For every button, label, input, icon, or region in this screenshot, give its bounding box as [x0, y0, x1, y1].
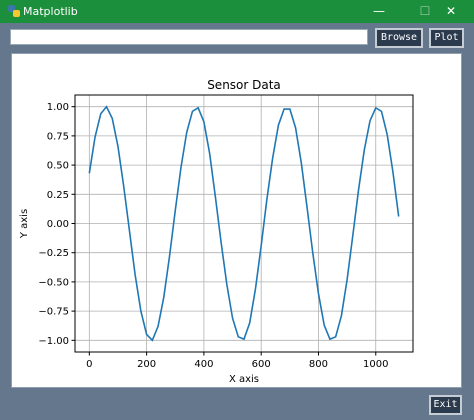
- close-button[interactable]: ✕: [428, 0, 474, 23]
- window-title: Matplotlib: [23, 5, 78, 18]
- x-tick-label: 800: [309, 359, 328, 370]
- x-tick-label: 600: [252, 359, 271, 370]
- y-tick-label: −0.25: [38, 248, 69, 259]
- x-axis-label: X axis: [229, 374, 259, 385]
- browse-button[interactable]: Browse: [375, 28, 423, 48]
- minimize-button[interactable]: —: [356, 0, 402, 23]
- y-tick-label: −0.75: [38, 307, 69, 318]
- file-path-input[interactable]: [10, 29, 368, 45]
- x-tick-label: 400: [194, 359, 213, 370]
- plot-canvas: 0 200 400 600 800 1000 1.00 0.75 0.50 0.25 0.00 −0.…: [11, 53, 462, 388]
- title-bar: Matplotlib — ☐ ✕: [0, 0, 474, 23]
- x-tick-label: 0: [86, 359, 92, 370]
- x-tick-label: 1000: [363, 359, 388, 370]
- line-chart: 0 200 400 600 800 1000 1.00 0.75 0.50 0.25 0.00 −0.…: [19, 78, 414, 385]
- python-icon: [8, 5, 20, 17]
- y-tick-label: 0.75: [47, 131, 69, 142]
- y-tick-label: 0.00: [47, 219, 69, 230]
- y-tick-label: 0.25: [47, 190, 69, 201]
- exit-button[interactable]: Exit: [429, 395, 462, 415]
- y-tick-label: 0.50: [47, 161, 69, 172]
- y-tick-label: −1.00: [38, 336, 69, 347]
- y-tick-label: 1.00: [47, 102, 69, 113]
- chart-title: Sensor Data: [207, 78, 281, 92]
- plot-button[interactable]: Plot: [429, 28, 464, 48]
- y-tick-label: −0.50: [38, 277, 69, 288]
- y-axis-label: Y axis: [19, 209, 30, 239]
- x-tick-label: 200: [137, 359, 156, 370]
